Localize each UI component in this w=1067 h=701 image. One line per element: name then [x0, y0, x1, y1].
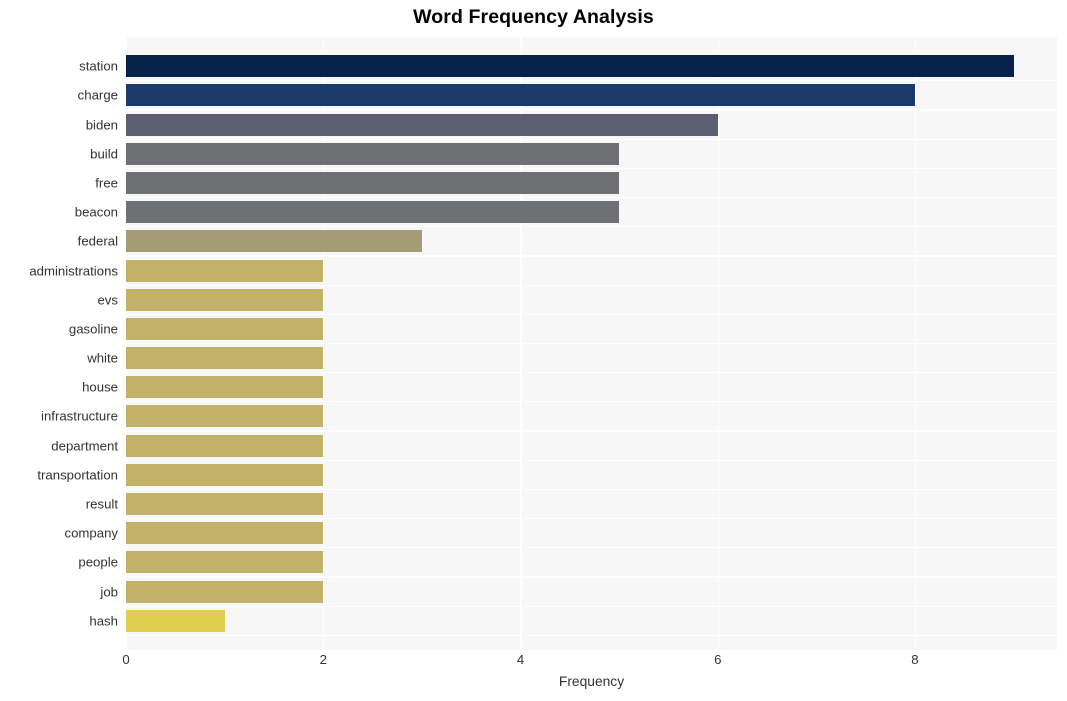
bar[interactable] — [126, 580, 324, 603]
row-separator — [126, 284, 1057, 286]
bar[interactable] — [126, 522, 324, 545]
bar[interactable] — [126, 259, 324, 282]
y-tick-label: beacon — [74, 204, 118, 220]
row-separator — [126, 138, 1057, 140]
bar[interactable] — [126, 288, 324, 311]
y-tick-label: administrations — [29, 263, 118, 279]
row-separator — [126, 80, 1057, 82]
row-separator — [126, 634, 1057, 636]
bar[interactable] — [126, 376, 324, 399]
y-tick-label: gasoline — [68, 321, 118, 337]
bar[interactable] — [126, 230, 422, 253]
x-tick-label: 0 — [122, 652, 130, 667]
y-tick-label: result — [85, 496, 118, 512]
y-axis-tick-labels: station charge biden build free beacon federal… — [0, 37, 118, 650]
y-tick-label: white — [87, 350, 118, 366]
y-tick-label: infrastructure — [41, 408, 118, 424]
row-separator — [126, 576, 1057, 578]
y-tick-label: charge — [77, 87, 118, 103]
row-separator — [126, 167, 1057, 169]
x-axis-title: Frequency — [558, 674, 625, 689]
bar[interactable] — [126, 84, 915, 107]
bar[interactable] — [126, 434, 324, 457]
y-tick-label: federal — [77, 233, 118, 249]
y-tick-label: department — [51, 438, 118, 454]
bar[interactable] — [126, 493, 324, 516]
row-separator — [126, 430, 1057, 432]
bar[interactable] — [126, 171, 620, 194]
y-tick-label: house — [82, 379, 118, 395]
x-tick-label: 2 — [319, 652, 327, 667]
y-tick-label: station — [79, 58, 118, 74]
bar[interactable] — [126, 347, 324, 370]
row-separator — [126, 342, 1057, 345]
y-tick-label: hash — [89, 613, 118, 629]
x-tick-label: 6 — [714, 652, 722, 667]
bar[interactable] — [126, 551, 324, 574]
row-separator — [126, 196, 1057, 199]
x-axis-tick-labels: 0 2 4 6 8 — [0, 652, 1067, 676]
x-tick-label: 8 — [911, 652, 919, 667]
row-separator — [126, 488, 1057, 491]
row-separator — [126, 372, 1057, 374]
bar[interactable] — [126, 55, 1014, 78]
bar[interactable] — [126, 113, 718, 136]
plot-area — [126, 37, 1057, 650]
bar[interactable] — [126, 609, 225, 632]
y-tick-label: company — [64, 525, 118, 541]
row-separator — [126, 109, 1057, 111]
bar[interactable] — [126, 142, 620, 165]
y-tick-label: free — [95, 175, 118, 191]
row-separator — [126, 255, 1057, 257]
chart-title: Word Frequency Analysis — [413, 6, 654, 28]
y-tick-label: job — [100, 584, 118, 600]
x-tick-label: 4 — [516, 652, 525, 667]
y-tick-label: evs — [97, 292, 118, 308]
bar[interactable] — [126, 317, 324, 340]
chart-figure: Word Frequency Analysis station charge bid… — [0, 0, 1067, 701]
bar[interactable] — [126, 201, 620, 224]
row-separator — [126, 605, 1057, 607]
bar[interactable] — [126, 463, 324, 486]
y-tick-label: biden — [85, 117, 118, 133]
row-separator — [126, 401, 1057, 403]
bar[interactable] — [126, 405, 324, 428]
y-tick-label: people — [78, 554, 118, 570]
row-separator — [126, 459, 1057, 461]
y-tick-label: transportation — [37, 467, 118, 483]
row-separator — [126, 518, 1057, 520]
row-separator — [126, 313, 1057, 315]
row-separator — [126, 547, 1057, 549]
row-separator — [126, 226, 1057, 228]
y-tick-label: build — [90, 146, 118, 162]
